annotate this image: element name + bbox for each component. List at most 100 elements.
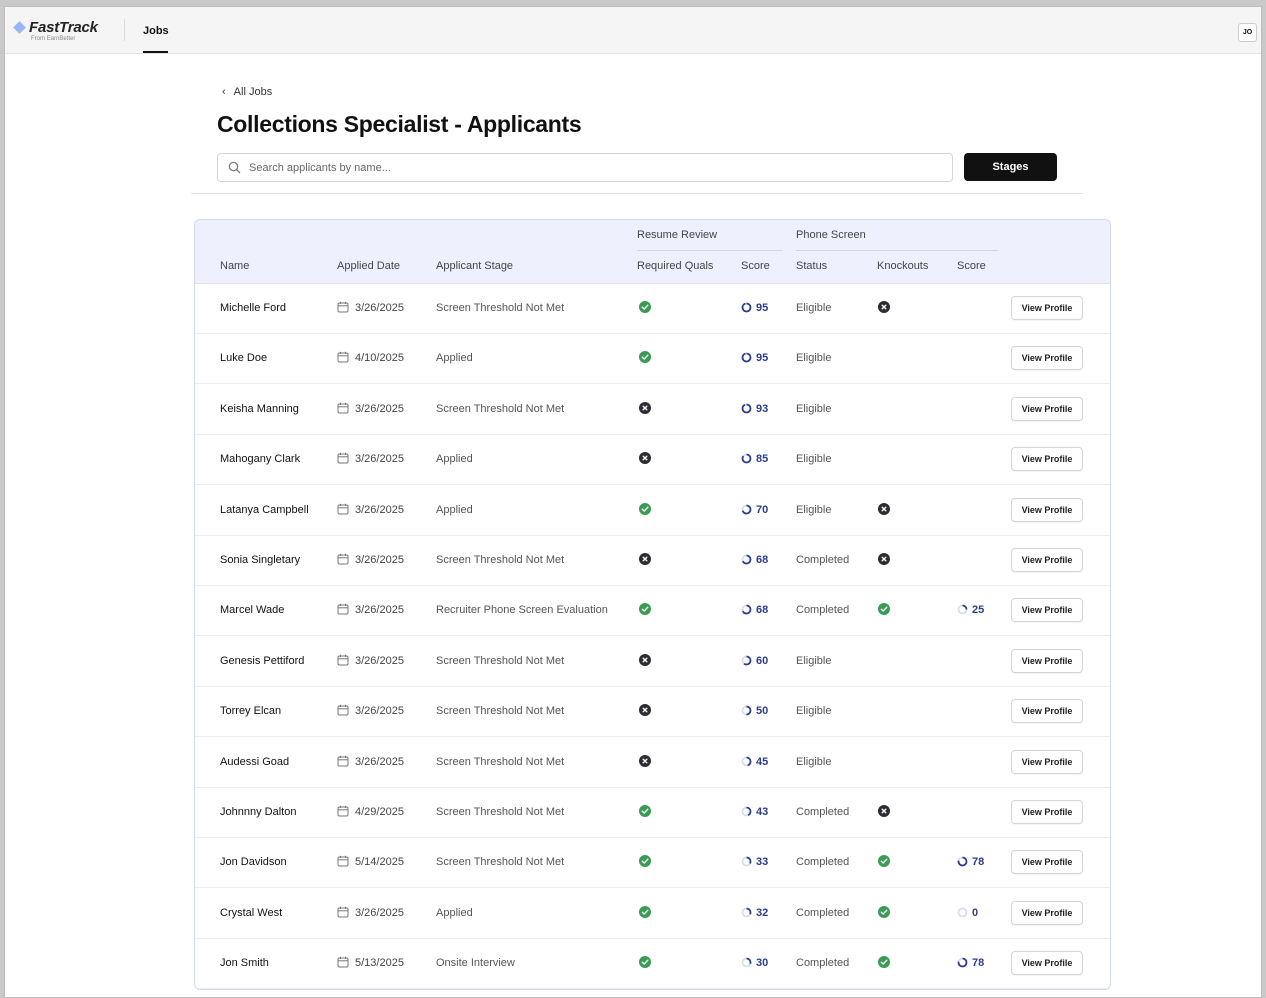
- calendar-icon: [337, 402, 349, 414]
- applied-date-value: 3/26/2025: [355, 705, 404, 718]
- table-row[interactable]: Marcel Wade 3/26/2025 Recruiter Phone Scre…: [195, 585, 1110, 637]
- applied-date-value: 3/26/2025: [355, 503, 404, 516]
- group-resume-review-line: [637, 250, 783, 251]
- check-circle-icon: [639, 603, 651, 616]
- phone-screen-status: Eligible: [796, 705, 832, 718]
- resume-score: 70: [741, 485, 768, 535]
- knockouts: [878, 837, 890, 887]
- resume-score: 60: [741, 636, 768, 686]
- x-circle-icon: [639, 704, 651, 717]
- user-avatar[interactable]: JO: [1238, 23, 1257, 42]
- applied-date: 3/26/2025: [337, 535, 404, 585]
- view-profile-button[interactable]: View Profile: [1011, 951, 1083, 976]
- table-row[interactable]: Michelle Ford 3/26/2025 Screen Threshold N…: [195, 283, 1110, 334]
- resume-score-value: 68: [756, 604, 769, 617]
- table-row[interactable]: Crystal West 3/26/2025 Applied 32 Completed 0…: [195, 888, 1110, 939]
- table-row[interactable]: Jon Davidson 5/14/2025 Screen Threshold No…: [195, 837, 1110, 889]
- required-quals: [639, 787, 651, 837]
- header-name[interactable]: Name: [220, 260, 249, 272]
- check-circle-icon: [878, 603, 890, 616]
- view-profile-cell: View Profile: [1011, 283, 1083, 333]
- phone-score: 25: [957, 585, 984, 635]
- view-profile-button[interactable]: View Profile: [1011, 900, 1083, 925]
- resume-score: 50: [741, 686, 768, 736]
- check-circle-icon: [639, 956, 651, 969]
- view-profile-button[interactable]: View Profile: [1011, 800, 1083, 825]
- applicant-name: Luke Doe: [220, 352, 268, 365]
- table-row[interactable]: Keisha Manning 3/26/2025 Screen Threshold …: [195, 384, 1110, 435]
- table-row[interactable]: Jon Smith 5/13/2025 Onsite Interview 30 Comp…: [195, 938, 1110, 989]
- table-row[interactable]: Genesis Pettiford 3/26/2025 Screen Thresho…: [195, 636, 1110, 687]
- resume-score: 93: [741, 384, 768, 434]
- table-row[interactable]: Audessi Goad 3/26/2025 Screen Threshold No…: [195, 737, 1110, 788]
- calendar-icon: [337, 553, 349, 565]
- view-profile-cell: View Profile: [1011, 535, 1083, 585]
- score-ring-icon: [741, 957, 752, 968]
- table-row[interactable]: Latanya Campbell 3/26/2025 Applied 70 Eligib…: [195, 485, 1110, 536]
- table-row[interactable]: Torrey Elcan 3/26/2025 Screen Threshold No…: [195, 686, 1110, 738]
- resume-score-value: 68: [756, 554, 769, 566]
- header-knockouts[interactable]: Knockouts: [877, 260, 928, 272]
- phone-screen-status: Completed: [796, 957, 850, 970]
- required-quals: [639, 585, 651, 635]
- view-profile-button[interactable]: View Profile: [1011, 598, 1083, 623]
- view-profile-button[interactable]: View Profile: [1011, 346, 1083, 371]
- header-applicant-stage[interactable]: Applicant Stage: [436, 260, 513, 272]
- table-row[interactable]: Mahogany Clark 3/26/2025 Applied 85 Eligible…: [195, 434, 1110, 486]
- resume-score-value: 45: [756, 755, 769, 768]
- resume-score: 95: [741, 333, 768, 383]
- table-row[interactable]: Johnnny Dalton 4/29/2025 Screen Threshold …: [195, 787, 1110, 838]
- view-profile-button[interactable]: View Profile: [1011, 749, 1083, 774]
- view-profile-button[interactable]: View Profile: [1011, 296, 1083, 321]
- view-profile-button[interactable]: View Profile: [1011, 396, 1083, 421]
- check-circle-icon: [878, 956, 890, 969]
- back-link[interactable]: ‹ All Jobs: [222, 86, 272, 98]
- phone-screen-status: Completed: [796, 604, 850, 617]
- group-phone-screen-line: [796, 250, 998, 251]
- applied-date: 3/26/2025: [337, 636, 404, 686]
- required-quals: [639, 434, 651, 484]
- view-profile-button[interactable]: View Profile: [1011, 850, 1083, 875]
- resume-score-value: 32: [756, 906, 769, 919]
- applicants-table: Resume Review Phone Screen Name Applied …: [194, 219, 1111, 990]
- applicant-stage: Screen Threshold Not Met: [436, 554, 565, 566]
- logo-text: FastTrack: [29, 19, 98, 36]
- view-profile-button[interactable]: View Profile: [1011, 699, 1083, 724]
- phone-score-value: 78: [972, 957, 985, 970]
- applied-date-value: 3/26/2025: [355, 302, 404, 314]
- score-ring-icon: [741, 302, 752, 313]
- calendar-icon: [337, 452, 349, 464]
- calendar-icon: [337, 906, 349, 918]
- applied-date: 5/13/2025: [337, 938, 404, 988]
- x-circle-icon: [639, 653, 651, 666]
- header-phone-score[interactable]: Score: [957, 260, 986, 272]
- search-input[interactable]: [247, 154, 941, 181]
- knockouts: [878, 938, 890, 988]
- header-applied-date[interactable]: Applied Date: [337, 260, 400, 272]
- view-profile-button[interactable]: View Profile: [1011, 648, 1083, 673]
- x-circle-icon: [878, 502, 890, 515]
- view-profile-button[interactable]: View Profile: [1011, 497, 1083, 522]
- search-box[interactable]: [217, 153, 953, 182]
- group-resume-review: Resume Review: [637, 229, 718, 241]
- view-profile-cell: View Profile: [1011, 938, 1083, 988]
- header-status[interactable]: Status: [796, 260, 827, 272]
- header-resume-score[interactable]: Score: [741, 260, 770, 272]
- applied-date-value: 4/10/2025: [355, 352, 404, 365]
- score-ring-icon: [957, 856, 968, 867]
- table-row[interactable]: Sonia Singletary 3/26/2025 Screen Threshol…: [195, 535, 1110, 586]
- check-circle-icon: [639, 502, 651, 515]
- knockouts: [878, 535, 890, 585]
- header-required-quals[interactable]: Required Quals: [637, 260, 713, 272]
- check-circle-icon: [639, 855, 651, 868]
- view-profile-button[interactable]: View Profile: [1011, 548, 1083, 573]
- phone-score: 78: [957, 938, 984, 988]
- stages-button[interactable]: Stages: [964, 153, 1057, 181]
- nav-jobs-tab[interactable]: Jobs: [143, 25, 169, 37]
- table-row[interactable]: Luke Doe 4/10/2025 Applied 95 Eligible View P…: [195, 333, 1110, 385]
- applicant-stage: Applied: [436, 453, 473, 466]
- applied-date: 3/26/2025: [337, 888, 404, 938]
- applicant-stage: Recruiter Phone Screen Evaluation: [436, 604, 608, 617]
- view-profile-button[interactable]: View Profile: [1011, 447, 1083, 472]
- view-profile-cell: View Profile: [1011, 333, 1083, 383]
